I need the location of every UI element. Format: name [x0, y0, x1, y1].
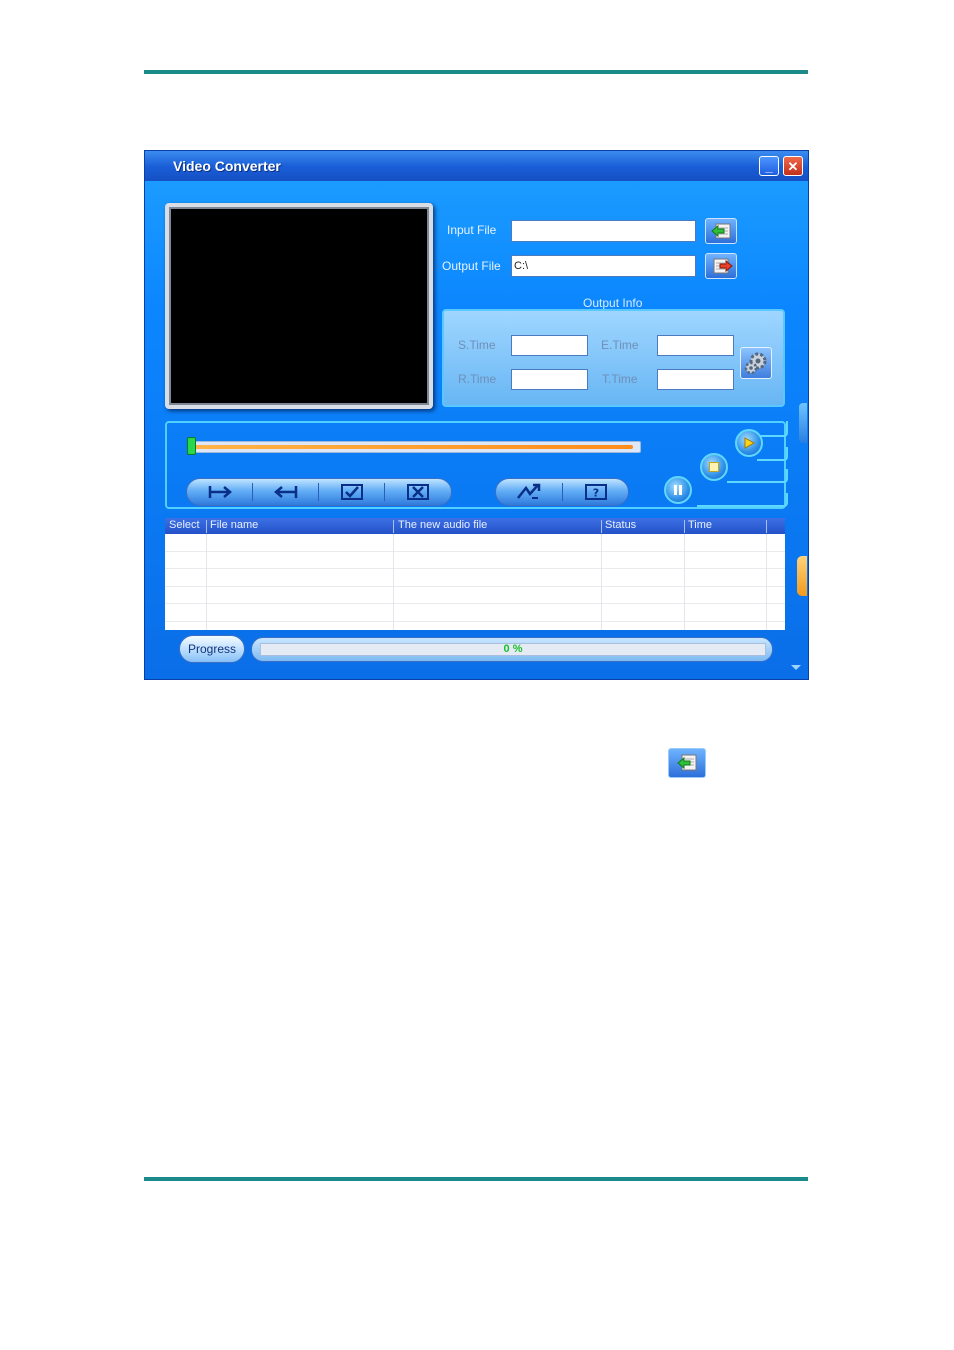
table-header: Select File name The new audio file Stat…: [165, 518, 785, 534]
column-header-status[interactable]: Status: [605, 519, 636, 531]
output-info-panel: S.Time E.Time R.Time T.Time: [442, 309, 785, 407]
play-button[interactable]: [735, 429, 763, 457]
progress-track: 0 %: [260, 643, 766, 656]
input-file-label: Input File: [447, 223, 497, 237]
chevron-down-icon[interactable]: [791, 665, 801, 670]
help-icon: ?: [585, 484, 607, 500]
video-preview: [165, 203, 433, 409]
output-info-label: Output Info: [583, 296, 643, 310]
decor-wire: [697, 493, 788, 507]
column-gridline: [206, 534, 207, 630]
bottom-rule: [144, 1177, 808, 1181]
pause-icon: [674, 485, 682, 495]
input-file-field[interactable]: [511, 220, 696, 242]
title-bar[interactable]: Video Converter _ ✕: [145, 151, 808, 181]
close-button[interactable]: ✕: [783, 156, 803, 176]
mark-out-icon: [273, 486, 297, 498]
etime-field[interactable]: [657, 335, 734, 356]
column-header-select[interactable]: Select: [169, 519, 200, 531]
decor-wire: [757, 447, 788, 461]
convert-icon: [517, 483, 541, 499]
rtime-field[interactable]: [511, 369, 588, 390]
video-converter-window: Video Converter _ ✕ Input File Output Fi…: [144, 150, 809, 680]
progress-button[interactable]: Progress: [179, 635, 245, 663]
column-separator: [393, 520, 394, 533]
file-list-table: Select File name The new audio file Stat…: [165, 518, 785, 630]
playback-control-panel: ?: [165, 421, 788, 509]
table-row[interactable]: [165, 534, 785, 552]
gear-icon: [744, 352, 767, 375]
svg-text:?: ?: [593, 487, 599, 500]
window-title: Video Converter: [173, 158, 281, 174]
output-file-field[interactable]: [511, 255, 696, 277]
rtime-label: R.Time: [458, 372, 497, 386]
settings-button[interactable]: [740, 347, 772, 379]
table-row[interactable]: [165, 587, 785, 605]
play-icon: [744, 437, 755, 449]
table-row[interactable]: [165, 552, 785, 570]
pause-button[interactable]: [664, 476, 692, 504]
mark-out-button[interactable]: [253, 479, 318, 505]
stime-field[interactable]: [511, 335, 588, 356]
column-separator: [766, 520, 767, 533]
column-separator: [684, 520, 685, 533]
browse-input-button[interactable]: [705, 218, 737, 244]
ttime-field[interactable]: [657, 369, 734, 390]
progress-bar: 0 %: [251, 637, 773, 662]
table-row[interactable]: [165, 604, 785, 622]
column-gridline: [684, 534, 685, 630]
clear-selection-button[interactable]: [385, 479, 451, 505]
stop-button[interactable]: [700, 453, 728, 481]
stime-label: S.Time: [458, 338, 496, 352]
edit-button-group: [186, 478, 452, 506]
top-rule: [144, 70, 808, 74]
convert-button[interactable]: [496, 479, 562, 505]
side-panel-tab[interactable]: [799, 403, 807, 443]
seek-thumb[interactable]: [187, 437, 196, 455]
column-gridline: [393, 534, 394, 630]
table-row[interactable]: [165, 569, 785, 587]
column-gridline: [601, 534, 602, 630]
column-header-file-name[interactable]: File name: [210, 519, 258, 531]
mark-in-button[interactable]: [187, 479, 252, 505]
clear-selection-icon: [407, 484, 429, 500]
column-separator: [206, 520, 207, 533]
minimize-button[interactable]: _: [759, 156, 779, 176]
seek-bar-fill: [193, 445, 633, 449]
seek-bar[interactable]: [189, 441, 641, 453]
column-gridline: [766, 534, 767, 630]
column-header-new-audio-file[interactable]: The new audio file: [398, 519, 487, 531]
select-all-button[interactable]: [319, 479, 384, 505]
column-separator: [601, 520, 602, 533]
decor-wire: [727, 469, 788, 483]
select-all-icon: [340, 484, 363, 500]
expand-panel-tab[interactable]: [797, 556, 807, 596]
folder-input-icon: [677, 754, 697, 771]
folder-input-icon: [711, 223, 731, 239]
ttime-label: T.Time: [602, 372, 638, 386]
column-header-time[interactable]: Time: [688, 519, 712, 531]
stop-icon: [709, 462, 719, 472]
browse-output-button[interactable]: [705, 253, 737, 279]
convert-button-group: ?: [495, 478, 629, 506]
help-button[interactable]: ?: [563, 479, 629, 505]
progress-percent: 0 %: [503, 643, 523, 655]
output-file-label: Output File: [442, 259, 501, 273]
folder-output-icon: [713, 258, 733, 274]
etime-label: E.Time: [601, 338, 639, 352]
mark-in-icon: [208, 486, 232, 498]
input-file-button-illustration: [668, 748, 706, 778]
